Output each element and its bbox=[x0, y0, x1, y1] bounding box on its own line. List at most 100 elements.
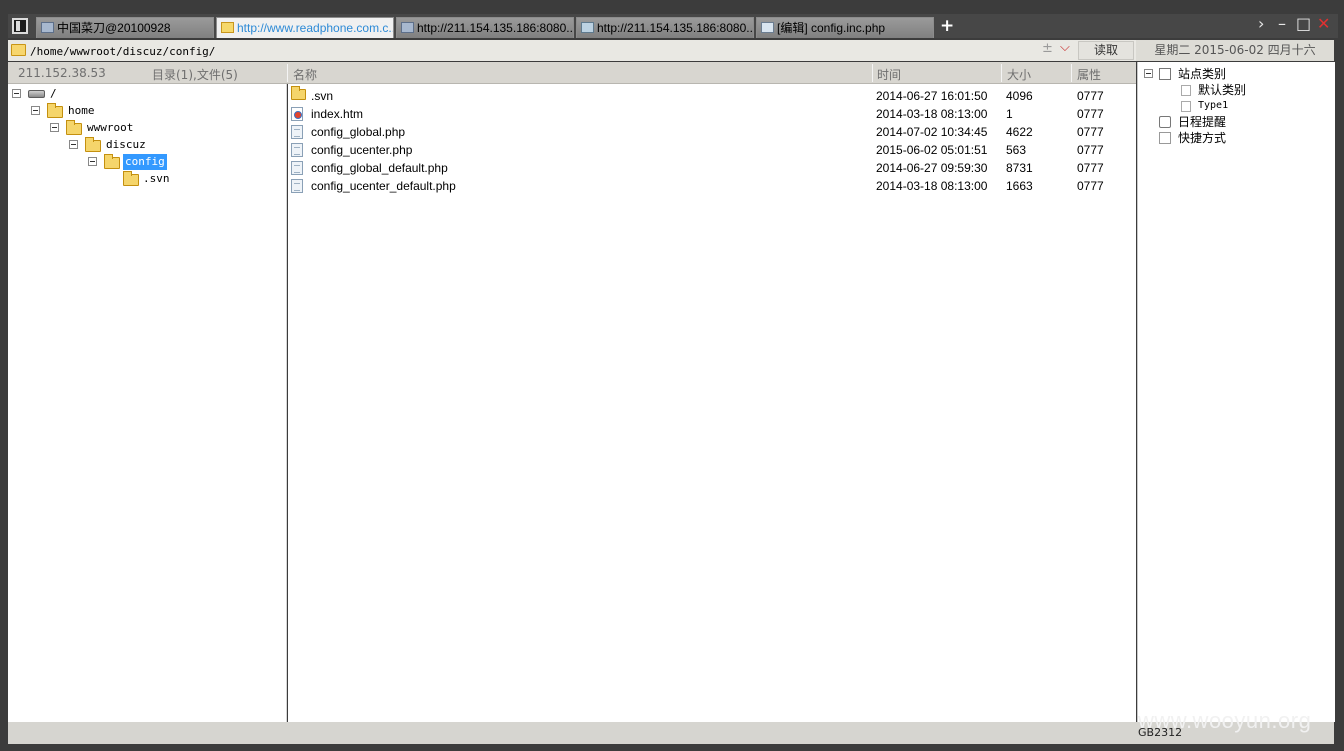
schedule-icon bbox=[1159, 116, 1171, 128]
drive-icon bbox=[28, 90, 45, 98]
column-divider bbox=[872, 64, 873, 82]
folder-icon bbox=[66, 120, 82, 135]
file-name: index.htm bbox=[311, 107, 364, 121]
file-attr: 0777 bbox=[1077, 89, 1104, 103]
file-attr: 0777 bbox=[1077, 143, 1104, 157]
file-name: config_ucenter_default.php bbox=[311, 179, 456, 193]
tree-node-label: discuz bbox=[106, 138, 146, 151]
folder-icon bbox=[47, 103, 63, 118]
file-attr: 0777 bbox=[1077, 125, 1104, 139]
table-row[interactable]: config_ucenter_default.php 2014-03-18 08… bbox=[288, 177, 1136, 195]
file-time: 2014-07-02 10:34:45 bbox=[876, 125, 988, 139]
folder-icon bbox=[85, 137, 101, 152]
column-divider bbox=[1001, 64, 1002, 82]
path-input[interactable] bbox=[30, 43, 1070, 59]
table-row[interactable]: index.htm 2014-03-18 08:13:00 1 0777 bbox=[288, 105, 1136, 123]
file-attr: 0777 bbox=[1077, 179, 1104, 193]
tree-node-label: 快捷方式 bbox=[1178, 131, 1227, 145]
file-time: 2015-06-02 05:01:51 bbox=[876, 143, 988, 157]
php-file-icon bbox=[291, 179, 303, 193]
collapse-icon[interactable] bbox=[50, 123, 59, 132]
table-row[interactable]: config_ucenter.php 2015-06-02 05:01:51 5… bbox=[288, 141, 1136, 159]
tab-home[interactable]: 中国菜刀@20100928 bbox=[36, 17, 214, 38]
column-header-time[interactable]: 时间 bbox=[877, 66, 901, 83]
file-size: 563 bbox=[1006, 143, 1027, 157]
file-size: 4622 bbox=[1006, 125, 1033, 139]
column-header-name[interactable]: 名称 bbox=[293, 66, 317, 83]
php-file-icon bbox=[291, 143, 303, 157]
collapse-icon[interactable] bbox=[69, 140, 78, 149]
tab-remote-1[interactable]: http://211.154.135.186:8080... bbox=[396, 17, 574, 38]
tree-node-label: / bbox=[50, 87, 57, 100]
tree-node-label: Type1 bbox=[1198, 100, 1229, 111]
tree-node-label: 默认类别 bbox=[1198, 83, 1247, 97]
tab-remote-2[interactable]: http://211.154.135.186:8080... bbox=[576, 17, 754, 38]
tab-label: [编辑] config.inc.php bbox=[777, 21, 886, 35]
file-size: 4096 bbox=[1006, 89, 1033, 103]
table-row[interactable]: config_global_default.php 2014-06-27 09:… bbox=[288, 159, 1136, 177]
dir-summary: 目录(1),文件(5) bbox=[152, 68, 238, 82]
page-icon bbox=[1181, 101, 1191, 112]
tree-node-label: .svn bbox=[143, 172, 170, 185]
file-name: config_ucenter.php bbox=[311, 143, 413, 157]
tab-label: http://211.154.135.186:8080... bbox=[417, 21, 574, 35]
file-time: 2014-06-27 09:59:30 bbox=[876, 161, 988, 175]
file-name: config_global_default.php bbox=[311, 161, 448, 175]
file-attr: 0777 bbox=[1077, 107, 1104, 121]
add-tab-button[interactable]: + bbox=[940, 16, 954, 36]
folder-icon bbox=[581, 22, 594, 33]
read-button[interactable]: 读取 bbox=[1078, 41, 1134, 60]
chevron-right-icon[interactable]: › bbox=[1258, 14, 1264, 33]
maximize-button[interactable]: □ bbox=[1296, 14, 1311, 33]
collapse-icon[interactable] bbox=[12, 89, 21, 98]
table-row[interactable]: .svn 2014-06-27 16:01:50 4096 0777 bbox=[288, 86, 1136, 105]
folder-icon bbox=[291, 86, 306, 100]
shortcut-icon bbox=[1159, 132, 1171, 144]
file-time: 2014-03-18 08:13:00 bbox=[876, 107, 988, 121]
php-file-icon bbox=[291, 161, 303, 175]
tab-file-manager[interactable]: http://www.readphone.com.c... bbox=[216, 17, 394, 38]
file-time: 2014-03-18 08:13:00 bbox=[876, 179, 988, 193]
folder-icon bbox=[11, 44, 26, 56]
tree-node-label: home bbox=[68, 104, 95, 117]
file-attr: 0777 bbox=[1077, 161, 1104, 175]
file-size: 8731 bbox=[1006, 161, 1033, 175]
column-header-row: 211.152.38.53 目录(1),文件(5) 名称 时间 大小 属性 bbox=[8, 62, 1136, 84]
tree-node-label: wwwroot bbox=[87, 121, 134, 134]
site-icon bbox=[1159, 68, 1171, 80]
collapse-icon[interactable] bbox=[31, 106, 40, 115]
tree-node-label: 站点类别 bbox=[1178, 67, 1227, 81]
chevron-down-icon[interactable]: ⌵ bbox=[1060, 40, 1070, 55]
file-size: 1663 bbox=[1006, 179, 1033, 193]
folder-icon bbox=[123, 171, 139, 186]
collapse-icon[interactable] bbox=[88, 157, 97, 166]
file-list: .svn 2014-06-27 16:01:50 4096 0777 index… bbox=[288, 84, 1136, 722]
tab-edit-config[interactable]: [编辑] config.inc.php bbox=[756, 17, 934, 38]
folder-open-icon bbox=[104, 154, 120, 169]
app-window: 中国菜刀@20100928 http://www.readphone.com.c… bbox=[0, 0, 1344, 751]
app-menu-icon[interactable] bbox=[12, 18, 28, 34]
date-display: 星期二 2015-06-02 四月十六 bbox=[1136, 40, 1334, 61]
file-icon bbox=[761, 22, 774, 33]
tab-label: http://211.154.135.186:8080... bbox=[597, 21, 754, 35]
address-bar: ± ⌵ 读取 星期二 2015-06-02 四月十六 bbox=[8, 40, 1334, 61]
folder-icon bbox=[221, 22, 234, 33]
file-name: .svn bbox=[311, 89, 334, 103]
file-time: 2014-06-27 16:01:50 bbox=[876, 89, 988, 103]
page-icon bbox=[41, 22, 54, 33]
server-ip: 211.152.38.53 bbox=[18, 66, 106, 80]
status-bar: GB2312 bbox=[8, 722, 1334, 744]
collapse-icon[interactable] bbox=[1144, 69, 1153, 78]
column-header-size[interactable]: 大小 bbox=[1007, 66, 1031, 83]
tab-label: 中国菜刀@20100928 bbox=[57, 21, 171, 35]
column-divider bbox=[1071, 64, 1072, 82]
plus-minus-icon[interactable]: ± bbox=[1042, 41, 1053, 56]
close-button[interactable]: ✕ bbox=[1317, 14, 1330, 33]
minimize-button[interactable]: – bbox=[1278, 14, 1286, 33]
watermark: www.wooyun.org bbox=[1138, 708, 1312, 733]
file-name: config_global.php bbox=[311, 125, 406, 139]
file-size: 1 bbox=[1006, 107, 1013, 121]
column-header-attr[interactable]: 属性 bbox=[1077, 66, 1101, 83]
tab-bar: 中国菜刀@20100928 http://www.readphone.com.c… bbox=[8, 14, 1338, 38]
table-row[interactable]: config_global.php 2014-07-02 10:34:45 46… bbox=[288, 123, 1136, 141]
